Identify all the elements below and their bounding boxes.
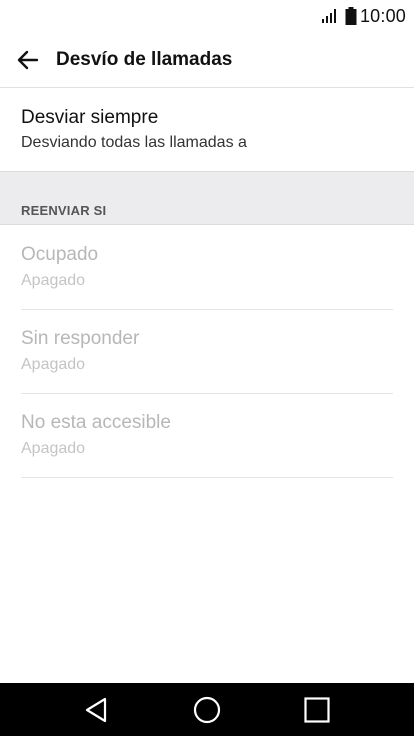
signal-icon: [321, 9, 336, 23]
list-item-subtitle: Apagado: [21, 440, 86, 457]
nav-home-button[interactable]: [183, 686, 231, 734]
back-triangle-icon: [85, 697, 107, 722]
list-item-subtitle: Desviando todas las llamadas a: [21, 134, 247, 151]
nav-recents-button[interactable]: [293, 686, 341, 734]
nav-back-button[interactable]: [73, 686, 121, 734]
list-item-subtitle: Apagado: [21, 356, 86, 373]
list-item-always-forward[interactable]: Desviar siempre Desviando todas las llam…: [0, 89, 414, 171]
app-bar: Desvío de llamadas: [0, 32, 414, 88]
call-forwarding-screen: 10:00 Desvío de llamadas Desviar siempre…: [0, 0, 414, 736]
recents-square-icon: [304, 696, 330, 723]
list-item-title: No esta accesible: [21, 412, 171, 433]
list-item-busy[interactable]: Ocupado Apagado: [0, 226, 414, 310]
list-item-no-answer[interactable]: Sin responder Apagado: [0, 310, 414, 394]
home-circle-icon: [193, 696, 221, 723]
status-time: 10:00: [359, 5, 406, 26]
divider: [21, 477, 393, 478]
back-button[interactable]: [0, 32, 57, 88]
section-header: REENVIAR SI: [0, 171, 414, 225]
list-item-subtitle: Apagado: [21, 272, 86, 289]
navigation-bar: [0, 683, 414, 736]
list-item-title: Ocupado: [21, 244, 99, 265]
status-bar: 10:00: [0, 0, 414, 32]
page-title: Desvío de llamadas: [56, 48, 233, 70]
list-item-title: Desviar siempre: [21, 107, 159, 128]
list-item-title: Sin responder: [21, 328, 140, 349]
list-item-unreachable[interactable]: No esta accesible Apagado: [0, 394, 414, 478]
battery-icon: [345, 7, 357, 25]
arrow-left-icon: [17, 50, 39, 69]
conditional-forward-list: Ocupado Apagado Sin responder Apagado No…: [0, 226, 414, 478]
